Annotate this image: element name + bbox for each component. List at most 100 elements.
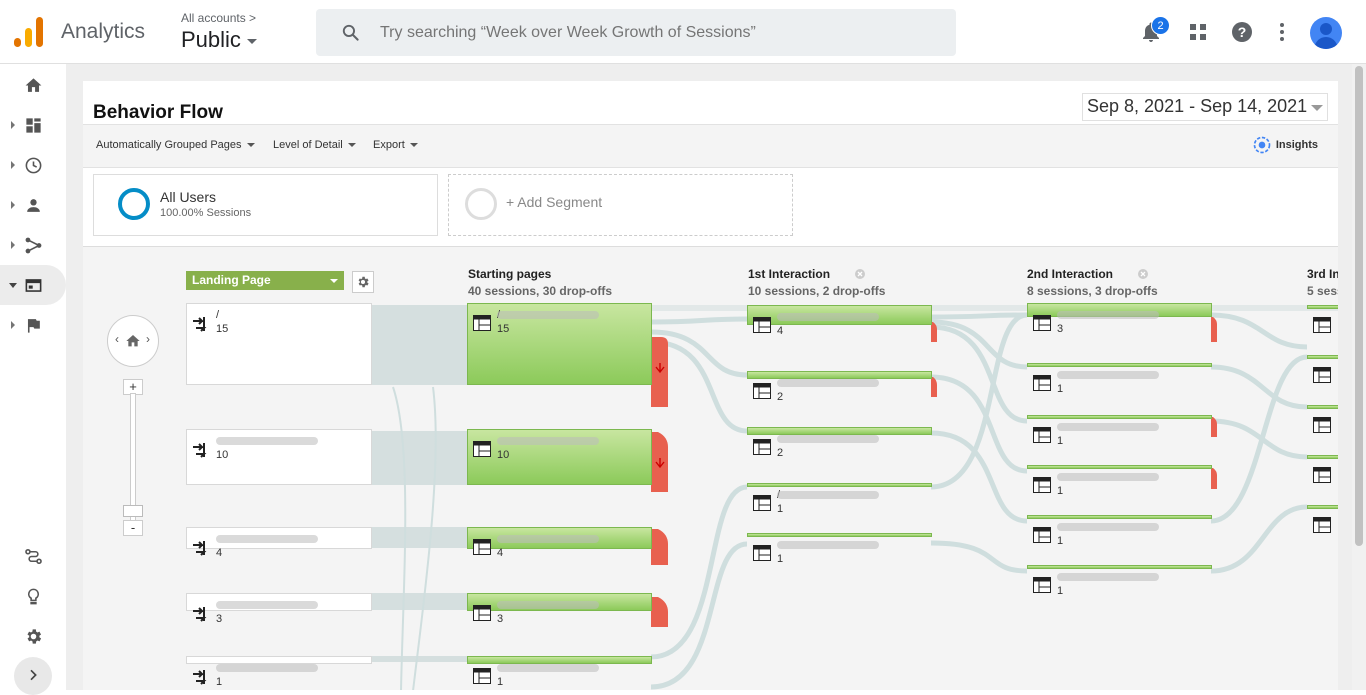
empty-segment-ring-icon (465, 188, 497, 220)
chevron-down-icon (347, 143, 356, 148)
nav-realtime[interactable] (0, 145, 66, 185)
date-range-picker[interactable]: Sep 8, 2021 - Sep 14, 2021 (1082, 93, 1328, 121)
page-icon (1313, 517, 1331, 538)
page-icon (753, 545, 771, 566)
flow-node[interactable] (1027, 515, 1212, 519)
page-icon (1033, 315, 1051, 336)
node-session-count: 1 (1057, 485, 1064, 497)
flow-node[interactable] (467, 656, 652, 664)
flow-node[interactable] (747, 483, 932, 487)
page-icon (753, 383, 771, 404)
flow-node[interactable] (1027, 465, 1212, 469)
home-icon[interactable] (125, 333, 141, 349)
flow-node[interactable] (186, 303, 372, 385)
flow-node[interactable] (1027, 565, 1212, 569)
svg-text:?: ? (1238, 24, 1247, 40)
flow-node-partial[interactable] (1307, 355, 1338, 359)
pan-left-icon[interactable]: ‹ (115, 332, 119, 346)
flow-node[interactable] (186, 656, 372, 664)
dropoff-bar (651, 597, 668, 627)
expand-arrow-icon (11, 121, 15, 129)
help-icon[interactable]: ? (1230, 20, 1254, 44)
redacted-label (216, 437, 319, 445)
flow-node-partial[interactable] (1307, 505, 1338, 509)
redacted-label (1057, 473, 1159, 481)
nav-attribution[interactable] (0, 536, 66, 576)
report-panel: Behavior Flow Sep 8, 2021 - Sep 14, 2021… (83, 81, 1338, 690)
pan-control[interactable]: ‹ › (107, 315, 159, 367)
nav-conversions[interactable] (0, 305, 66, 345)
page-scrollbar[interactable] (1352, 64, 1366, 690)
grouping-dropdown[interactable]: Automatically Grouped Pages (96, 139, 255, 151)
brand-name: Analytics (61, 20, 146, 43)
landing-entry-icon (192, 539, 210, 562)
page-title: Behavior Flow (93, 102, 223, 123)
expand-arrow-icon (11, 201, 15, 209)
node-session-count: 4 (777, 325, 784, 337)
property-name: Public (181, 27, 241, 52)
dropoff-bar (1211, 317, 1217, 342)
flow-link (650, 316, 748, 325)
column-subtitle: 8 sessions, 3 drop-offs (1027, 284, 1158, 298)
flow-settings-button[interactable] (352, 271, 374, 293)
account-breadcrumb[interactable]: All accounts > (181, 11, 256, 25)
zoom-slider-handle[interactable] (123, 505, 143, 517)
redacted-label (216, 535, 319, 543)
page-icon (1313, 317, 1331, 338)
column-title: 2nd Interaction (1027, 267, 1114, 281)
node-session-count: 1 (1057, 535, 1064, 547)
zoom-out-button[interactable]: - (123, 520, 143, 536)
node-session-count: 1 (1057, 585, 1064, 597)
search-bar[interactable]: Try searching “Week over Week Growth of … (316, 9, 956, 56)
node-session-count: 1 (1057, 435, 1064, 447)
pan-right-icon[interactable]: › (146, 332, 150, 346)
flow-node-partial[interactable] (1307, 405, 1338, 409)
remove-step-icon[interactable] (854, 268, 866, 280)
dimension-selector[interactable]: Landing Page (186, 271, 344, 290)
clock-icon (25, 157, 42, 174)
search-icon (342, 24, 359, 41)
search-input[interactable]: Try searching “Week over Week Growth of … (380, 24, 756, 42)
flow-node[interactable] (1027, 415, 1212, 419)
node-session-count: 4 (497, 547, 504, 559)
nav-audience[interactable] (0, 185, 66, 225)
flow-node[interactable] (747, 427, 932, 435)
more-vert-icon[interactable] (1270, 20, 1294, 44)
nav-home[interactable] (0, 65, 66, 105)
nav-customization[interactable] (0, 105, 66, 145)
nav-admin[interactable] (0, 616, 66, 656)
level-of-detail-dropdown[interactable]: Level of Detail (273, 139, 356, 151)
flow-band (372, 656, 467, 662)
add-segment-button[interactable]: + Add Segment (448, 174, 793, 236)
scrollbar-thumb[interactable] (1355, 66, 1363, 546)
page-icon (1313, 417, 1331, 438)
flow-node-partial[interactable] (1307, 305, 1338, 309)
column-subtitle: 5 sess (1307, 284, 1338, 298)
nav-behavior[interactable] (0, 265, 66, 305)
analytics-logo[interactable] (14, 17, 44, 47)
nav-discover[interactable] (0, 576, 66, 616)
flow-node-partial[interactable] (1307, 455, 1338, 459)
notification-badge: 2 (1151, 16, 1170, 35)
redacted-label (1057, 423, 1159, 431)
grouping-label: Automatically Grouped Pages (96, 139, 242, 151)
remove-step-icon[interactable] (1137, 268, 1149, 280)
page-icon (1033, 427, 1051, 448)
zoom-slider[interactable] (130, 393, 136, 523)
insights-button[interactable]: Insights (1252, 135, 1318, 155)
property-selector[interactable]: Public (181, 27, 257, 53)
apps-grid-icon[interactable] (1186, 20, 1210, 44)
flow-node[interactable] (1027, 363, 1212, 367)
export-dropdown[interactable]: Export (373, 139, 418, 151)
page-icon (1313, 467, 1331, 488)
top-bar: Analytics All accounts > Public Try sear… (0, 0, 1366, 64)
flow-node[interactable] (747, 371, 932, 379)
expand-arrow-icon (11, 161, 15, 169)
behavior-flow-chart[interactable]: Landing Page ‹ › + - Starting pages 40 se… (83, 246, 1338, 690)
collapse-arrow-icon (9, 283, 17, 288)
expand-nav-button[interactable] (14, 657, 52, 695)
segment-all-users[interactable]: All Users 100.00% Sessions (93, 174, 438, 236)
flow-node[interactable] (747, 533, 932, 537)
nav-acquisition[interactable] (0, 225, 66, 265)
avatar[interactable] (1310, 17, 1342, 49)
